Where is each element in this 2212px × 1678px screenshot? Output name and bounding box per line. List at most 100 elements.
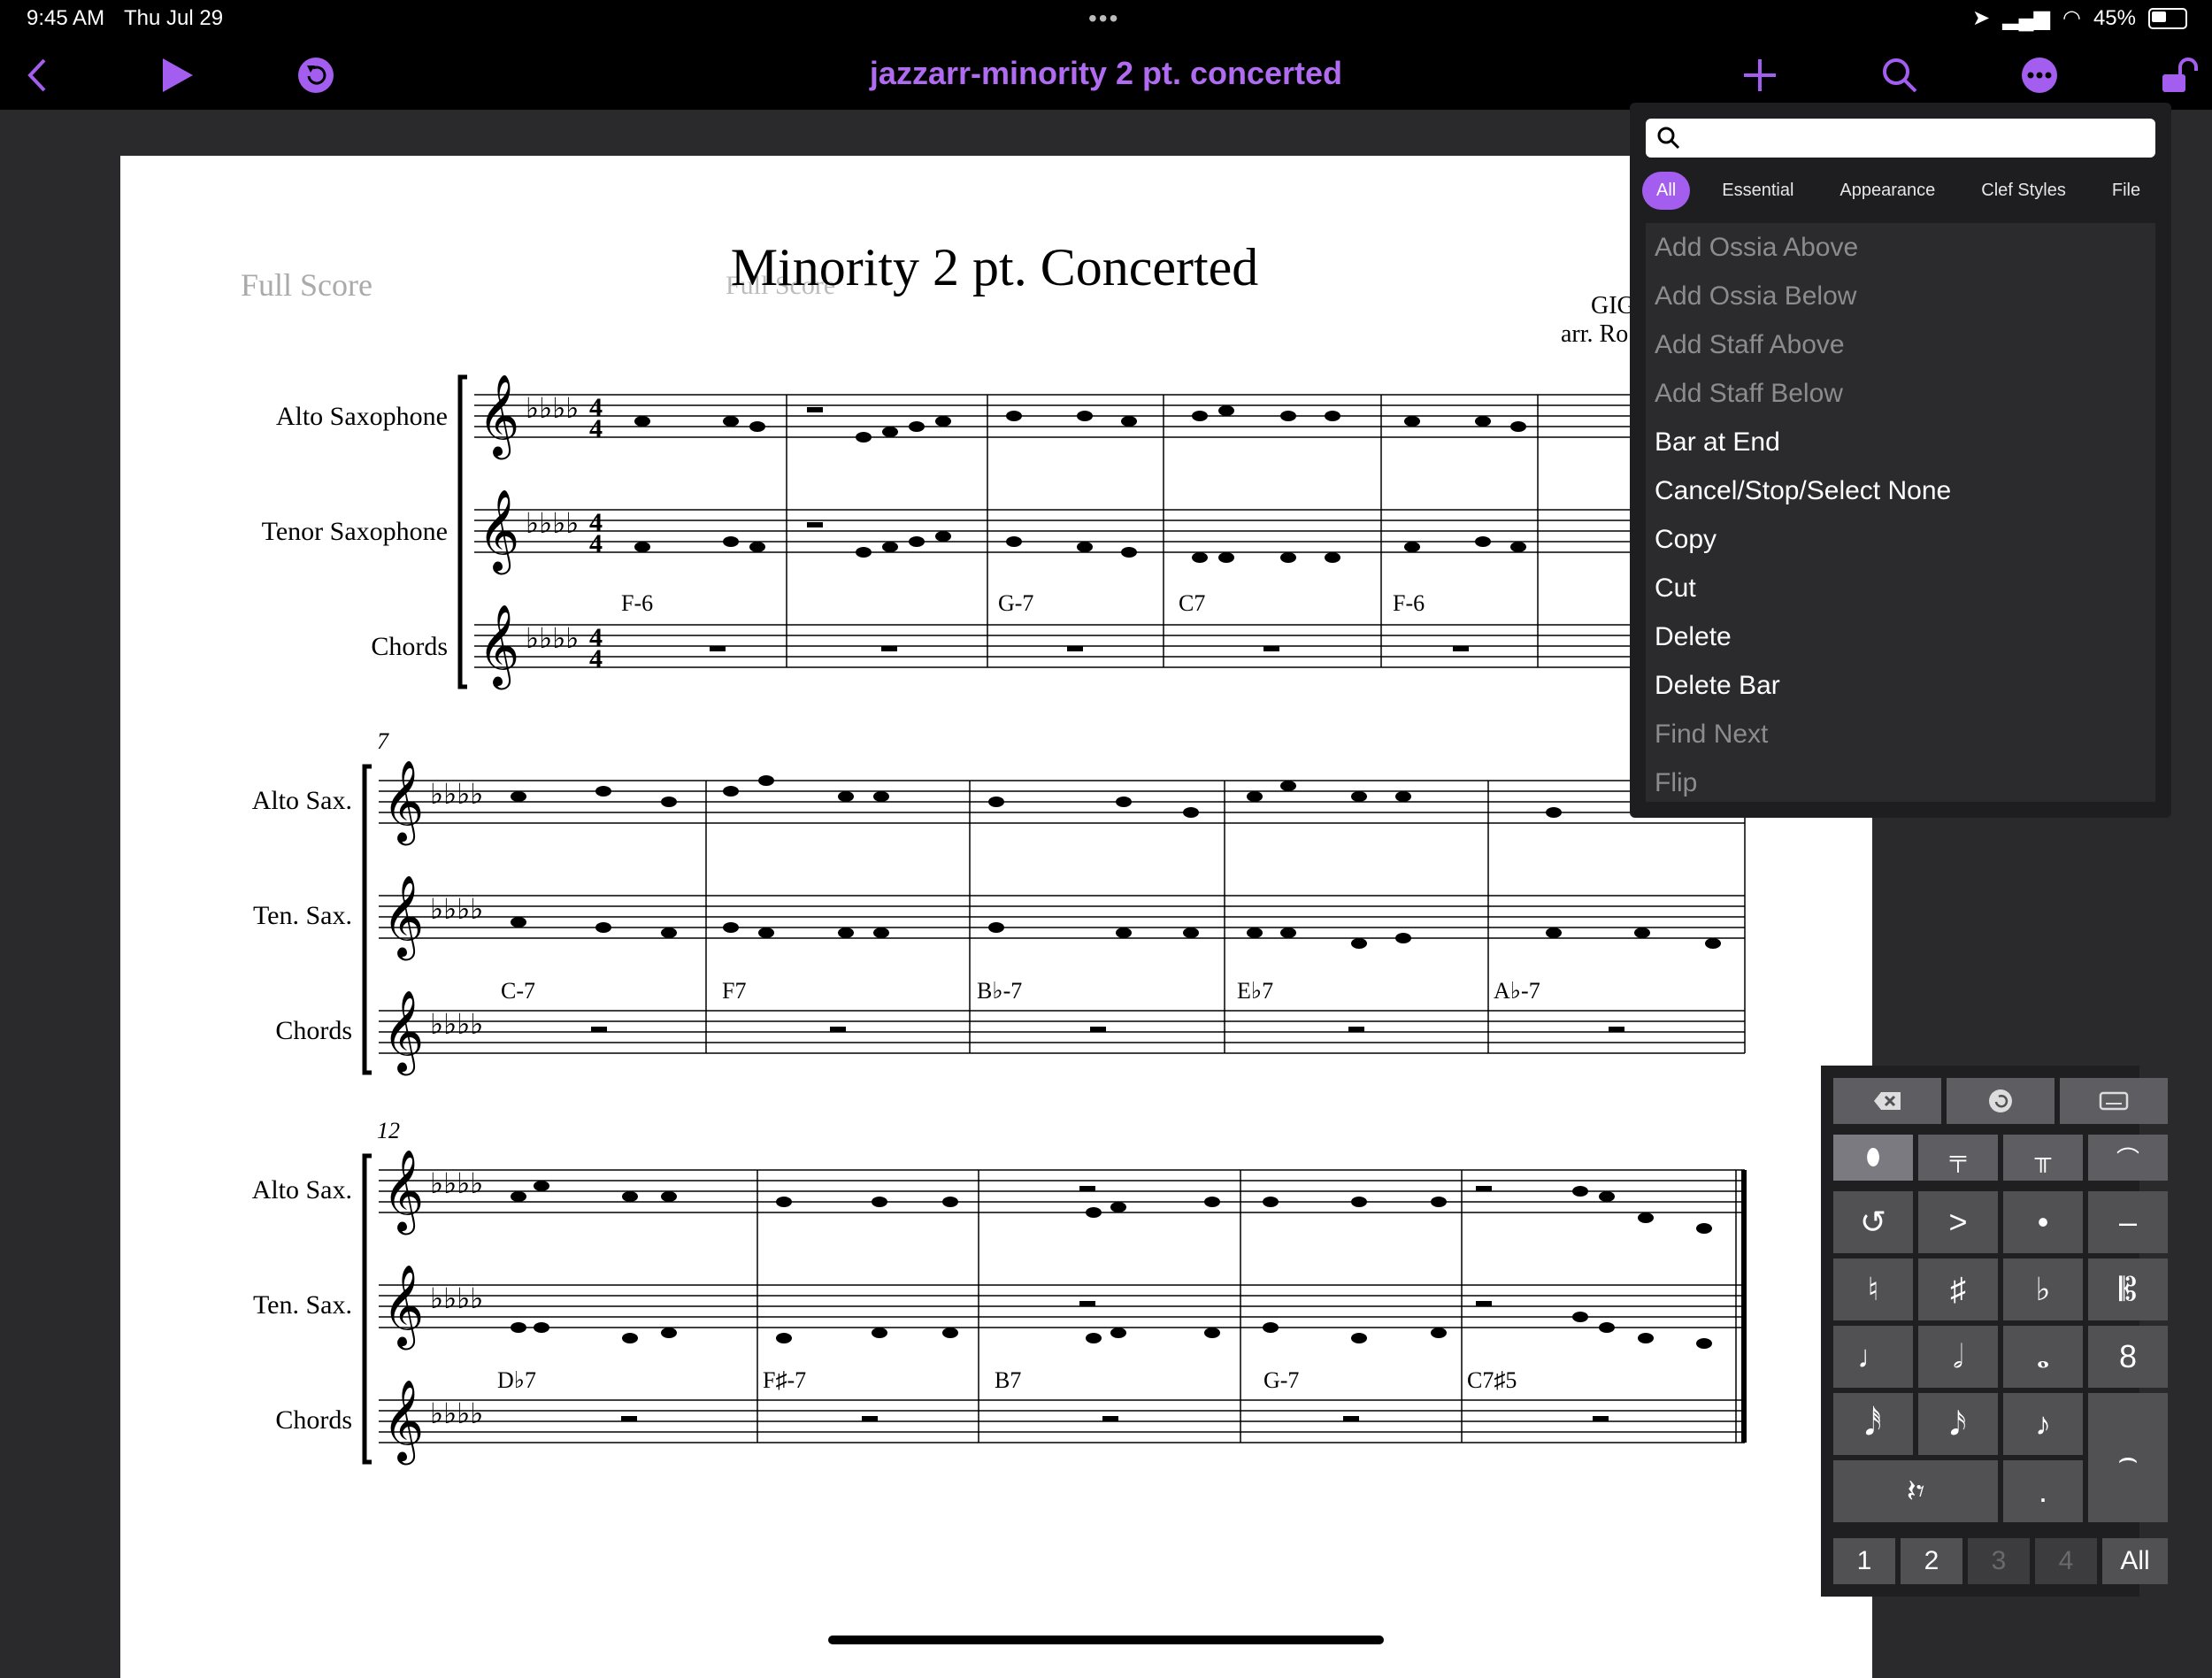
score-title: Minority 2 pt. Concerted: [731, 238, 1259, 296]
quarter-note-button[interactable]: ♩: [1833, 1326, 1913, 1388]
staff-label: Chords: [371, 632, 448, 661]
search-icon[interactable]: [1879, 55, 1920, 96]
whole-note-icon: 𝅝: [2036, 1337, 2050, 1374]
menu-tabs: All Essential Appearance Clef Styles Fil…: [1642, 172, 2172, 210]
chord-symbol: C7♯5: [1467, 1367, 1517, 1393]
tab-all[interactable]: All: [1642, 172, 1691, 210]
tab-file[interactable]: File: [2098, 172, 2154, 210]
chord-symbol: A♭-7: [1494, 978, 1540, 1004]
measure-number: 12: [377, 1118, 400, 1143]
tenuto-button[interactable]: –: [2088, 1191, 2168, 1253]
key-signature: ♭♭♭♭: [430, 1167, 483, 1199]
palette-beams-button[interactable]: ╥: [2003, 1135, 2083, 1181]
voice-1-button[interactable]: 1: [1833, 1538, 1895, 1584]
menu-item-cancel-stop-select-none[interactable]: Cancel/Stop/Select None: [1646, 466, 2155, 515]
menu-item-delete-bar[interactable]: Delete Bar: [1646, 661, 2155, 710]
more-icon[interactable]: [2019, 55, 2060, 96]
sixteenth-note-icon: 𝅘𝅥𝅯: [1949, 1405, 1967, 1442]
backspace-button[interactable]: [1833, 1078, 1941, 1124]
flat-button[interactable]: ♭: [2003, 1258, 2083, 1320]
clef-change-button[interactable]: 𝄡: [2088, 1258, 2168, 1320]
whole-note-icon: ⬮: [1865, 1143, 1881, 1170]
eighth-note-icon: ♪: [2035, 1405, 2051, 1442]
thirtysecond-note-button[interactable]: 𝅘𝅥𝅰: [1833, 1393, 1913, 1455]
system-3: 12 Alto Sax. Ten. Sax. Chords 𝄞 𝄞 𝄞 ♭♭♭♭…: [252, 1118, 1747, 1465]
wifi-icon: ◠: [2062, 6, 2081, 30]
tie-button[interactable]: ⌢: [2088, 1393, 2168, 1522]
dot-button[interactable]: .: [2003, 1460, 2083, 1522]
palette-notes-button[interactable]: ⬮: [1833, 1135, 1913, 1181]
menu-item-add-staff-above[interactable]: Add Staff Above: [1646, 320, 2155, 369]
multitasking-dots-icon[interactable]: •••: [1088, 4, 1119, 33]
keypad-undo-button[interactable]: [1947, 1078, 2055, 1124]
unlock-icon[interactable]: [2157, 55, 2198, 96]
natural-button[interactable]: ♮: [1833, 1258, 1913, 1320]
menu-item-copy[interactable]: Copy: [1646, 515, 2155, 564]
score-header-left: Full Score: [241, 267, 373, 303]
tab-essential[interactable]: Essential: [1708, 172, 1808, 210]
sharp-icon: ♯: [1950, 1271, 1966, 1307]
voice-4-button[interactable]: 4: [2035, 1538, 2097, 1584]
menu-item-bar-at-end[interactable]: Bar at End: [1646, 418, 2155, 466]
add-icon[interactable]: [1740, 55, 1780, 96]
voice-all-button[interactable]: All: [2102, 1538, 2168, 1584]
location-icon: ➤: [1971, 6, 1991, 30]
voice-2-button[interactable]: 2: [1901, 1538, 1962, 1584]
palette-slur-button[interactable]: ⌒: [2088, 1135, 2168, 1181]
tab-clef-styles[interactable]: Clef Styles: [1967, 172, 2080, 210]
score-canvas[interactable]: Full Score Full Score Minority 2 pt. Con…: [120, 156, 1872, 1678]
keyboard-button[interactable]: [2060, 1078, 2168, 1124]
command-search[interactable]: [1646, 119, 2155, 158]
eighth-note-button[interactable]: ♪: [2003, 1393, 2083, 1455]
rotate-button[interactable]: ↺: [1833, 1191, 1913, 1253]
status-bar: 9:45 AM Thu Jul 29 ••• ➤ ▂▄▆ ◠ 45%: [0, 0, 2212, 39]
svg-text:4: 4: [589, 414, 603, 443]
chord-symbol: C-7: [501, 978, 535, 1004]
score-page[interactable]: Full Score Full Score Minority 2 pt. Con…: [120, 156, 1872, 1678]
treble-clef: 𝄞: [382, 876, 424, 960]
battery-percentage: 45%: [2093, 5, 2136, 30]
rest-button[interactable]: 𝄽𝄾: [1833, 1460, 1998, 1522]
half-note-icon: 𝅗𝅥: [1953, 1337, 1963, 1374]
accent-button[interactable]: >: [1918, 1191, 1998, 1253]
chord-symbol: G-7: [1263, 1367, 1299, 1393]
arranger: arr. Ro: [1561, 320, 1628, 348]
toolbar: jazzarr-minority 2 pt. concerted: [0, 39, 2212, 110]
chord-symbol: B♭-7: [977, 978, 1022, 1004]
beam-icon: ╤: [1949, 1143, 1967, 1171]
octave-button[interactable]: 8: [2088, 1326, 2168, 1388]
menu-item-flip[interactable]: Flip: [1646, 758, 2155, 807]
double-beam-icon: ╥: [2034, 1143, 2052, 1171]
sixteenth-note-button[interactable]: 𝅘𝅥𝅯: [1918, 1393, 1998, 1455]
palette-beam-button[interactable]: ╤: [1918, 1135, 1998, 1181]
home-indicator[interactable]: [828, 1636, 1384, 1644]
whole-note-button[interactable]: 𝅝: [2003, 1326, 2083, 1388]
menu-item-delete[interactable]: Delete: [1646, 612, 2155, 661]
tie-icon: ⌢: [2117, 1438, 2139, 1475]
status-indicators: ➤ ▂▄▆ ◠ 45%: [1972, 5, 2187, 31]
chord-symbol: F-6: [1393, 590, 1425, 616]
menu-item-cut[interactable]: Cut: [1646, 564, 2155, 612]
staff-label: Chords: [275, 1016, 352, 1045]
sharp-button[interactable]: ♯: [1918, 1258, 1998, 1320]
rest-icon: 𝄽𝄾: [1906, 1472, 1925, 1509]
treble-clef: 𝄞: [382, 1266, 424, 1350]
status-time: 9:45 AM: [27, 6, 105, 30]
menu-item-find-next[interactable]: Find Next: [1646, 710, 2155, 758]
half-note-button[interactable]: 𝅗𝅥: [1918, 1326, 1998, 1388]
key-signature: ♭♭♭♭: [526, 392, 579, 424]
treble-clef: 𝄞: [382, 761, 424, 845]
staccato-button[interactable]: •: [2003, 1191, 2083, 1253]
chord-symbol: C7: [1179, 590, 1205, 616]
tab-appearance[interactable]: Appearance: [1825, 172, 1949, 210]
menu-item-add-ossia-below[interactable]: Add Ossia Below: [1646, 272, 2155, 320]
cellular-icon: ▂▄▆: [2002, 6, 2050, 30]
composer: GIG: [1591, 292, 1635, 319]
command-search-input[interactable]: [1688, 122, 2152, 154]
battery-icon: [2148, 7, 2187, 29]
menu-item-add-staff-below[interactable]: Add Staff Below: [1646, 369, 2155, 418]
key-signature: ♭♭♭♭: [430, 893, 483, 925]
quarter-note-icon: ♩: [1857, 1338, 1889, 1374]
voice-3-button[interactable]: 3: [1968, 1538, 2030, 1584]
menu-item-add-ossia-above[interactable]: Add Ossia Above: [1646, 223, 2155, 272]
